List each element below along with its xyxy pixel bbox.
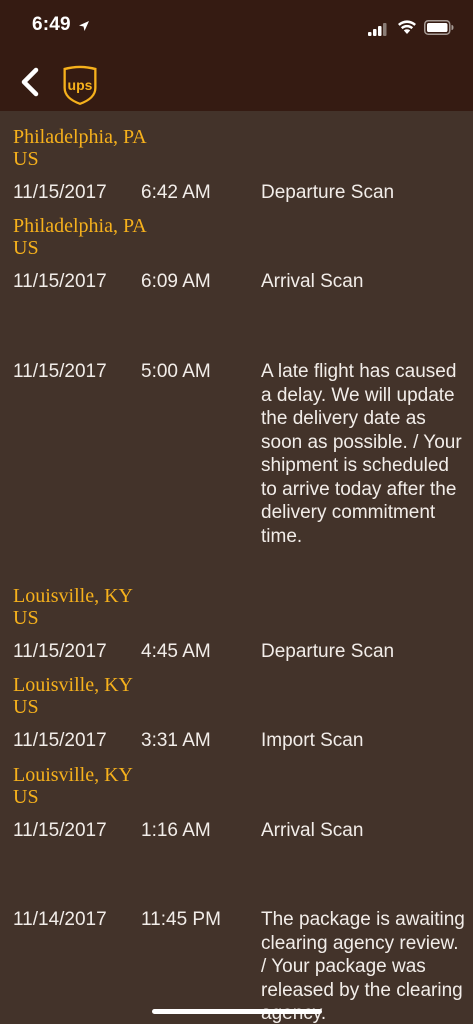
location-country: US <box>13 696 39 718</box>
event-description: A late flight has caused a delay. We wil… <box>261 361 462 547</box>
event-location: Louisville, KY US <box>13 674 133 718</box>
event-time: 6:42 AM <box>141 182 211 203</box>
location-city: Philadelphia, PA <box>13 215 147 237</box>
ups-logo: ups <box>63 65 97 105</box>
wifi-icon <box>398 20 416 34</box>
svg-text:ups: ups <box>68 77 93 93</box>
back-button[interactable] <box>14 62 50 102</box>
event-date: 11/15/2017 <box>13 641 107 662</box>
location-city: Louisville, KY <box>13 585 133 607</box>
event-time: 6:09 AM <box>141 271 211 292</box>
event-time: 1:16 AM <box>141 820 211 841</box>
event-location: Philadelphia, PA US <box>13 126 147 170</box>
event-location: Louisville, KY US <box>13 585 133 629</box>
event-time: 4:45 AM <box>141 641 211 662</box>
location-country: US <box>13 786 39 808</box>
event-description: Arrival Scan <box>261 820 364 841</box>
location-arrow-icon <box>79 21 89 31</box>
event-date: 11/15/2017 <box>13 182 107 203</box>
battery-icon <box>424 20 454 35</box>
location-city: Philadelphia, PA <box>13 126 147 148</box>
location-country: US <box>13 237 39 259</box>
home-indicator[interactable] <box>152 1009 322 1014</box>
event-description: Arrival Scan <box>261 271 364 292</box>
event-time: 11:45 PM <box>141 909 221 930</box>
event-location: Philadelphia, PA US <box>13 215 147 259</box>
event-time: 3:31 AM <box>141 730 211 751</box>
location-country: US <box>13 607 39 629</box>
event-date: 11/15/2017 <box>13 271 107 292</box>
event-description: Departure Scan <box>261 641 395 662</box>
event-description: The package is awaiting clearing agency … <box>261 909 465 1024</box>
chevron-left-icon <box>21 67 39 97</box>
location-country: US <box>13 148 39 170</box>
event-date: 11/14/2017 <box>13 909 107 930</box>
event-description: Departure Scan <box>261 182 395 203</box>
event-date: 11/15/2017 <box>13 820 107 841</box>
event-time: 5:00 AM <box>141 361 211 382</box>
location-city: Louisville, KY <box>13 674 133 696</box>
tracking-history[interactable]: Philadelphia, PA US 11/15/2017 6:42 AM D… <box>0 111 473 1024</box>
event-date: 11/15/2017 <box>13 730 107 751</box>
status-time: 6:49 <box>32 14 71 35</box>
cellular-signal-icon <box>368 23 387 36</box>
top-bar: 6:49 ups <box>0 0 473 111</box>
event-date: 11/15/2017 <box>13 361 107 382</box>
location-city: Louisville, KY <box>13 764 133 786</box>
event-location: Louisville, KY US <box>13 764 133 808</box>
event-description: Import Scan <box>261 730 364 751</box>
